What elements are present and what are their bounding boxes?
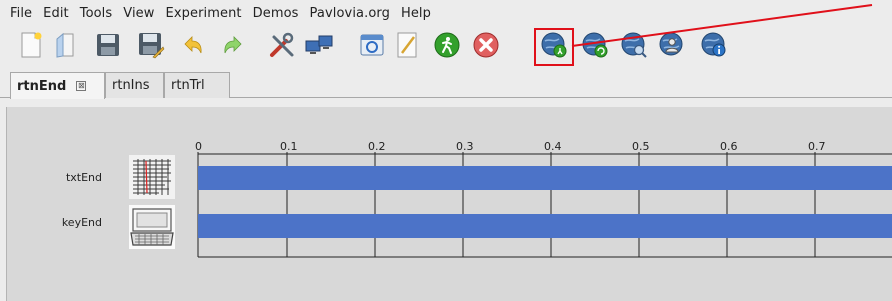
tab-close-icon[interactable]: ⊠ — [76, 81, 87, 91]
compile-script-button[interactable] — [392, 30, 422, 60]
tab-rtnIns[interactable]: rtnIns — [105, 72, 164, 98]
undo-icon — [184, 36, 202, 54]
timeline-tick-label: 0 — [195, 140, 202, 153]
open-folder-icon — [56, 32, 74, 58]
menu-experiment[interactable]: Experiment — [166, 6, 242, 21]
save-icon — [97, 34, 119, 56]
redo-button[interactable] — [218, 30, 248, 60]
pavlovia-search-button[interactable] — [619, 30, 649, 60]
menu-edit[interactable]: Edit — [43, 6, 69, 21]
redo-icon — [224, 36, 242, 54]
menu-view[interactable]: View — [123, 6, 154, 21]
settings-window-icon — [360, 34, 384, 56]
pavlovia-sync-button[interactable] — [580, 30, 610, 60]
menu-tools[interactable]: Tools — [80, 6, 113, 21]
tab-rtnTrl[interactable]: rtnTrl — [164, 72, 230, 98]
tab-rtnEnd[interactable]: rtnEnd ⊠ — [10, 72, 105, 99]
menu-bar: File Edit Tools View Experiment Demos Pa… — [0, 0, 892, 26]
toolbar — [0, 26, 892, 66]
tools-icon — [270, 32, 294, 57]
open-file-button[interactable] — [51, 30, 81, 60]
stop-button[interactable] — [471, 30, 501, 60]
globe-info-icon — [701, 32, 726, 57]
timeline-tick-label: 0.7 — [808, 140, 826, 153]
save-as-icon — [139, 33, 165, 59]
run-icon — [434, 32, 460, 58]
timeline-tick-label: 0.4 — [544, 140, 562, 153]
component-duration-bar-txtEnd[interactable] — [198, 166, 892, 190]
routine-canvas — [6, 99, 892, 301]
save-as-button[interactable] — [136, 30, 166, 60]
tab-label: rtnTrl — [171, 78, 205, 93]
menu-help[interactable]: Help — [401, 6, 431, 21]
preferences-button[interactable] — [267, 30, 297, 60]
stop-icon — [473, 32, 499, 58]
monitor-center-button[interactable] — [304, 30, 334, 60]
routine-tab-strip: rtnEnd ⊠ rtnIns rtnTrl — [0, 68, 892, 99]
monitor-icon — [305, 35, 333, 54]
menu-pavlovia[interactable]: Pavlovia.org — [310, 6, 390, 21]
timeline-tick-label: 0.1 — [280, 140, 298, 153]
menu-file[interactable]: File — [10, 6, 32, 21]
new-file-icon — [21, 32, 42, 58]
component-label-keyEnd[interactable]: keyEnd — [42, 216, 102, 229]
tab-label: rtnIns — [112, 78, 150, 93]
routine-canvas-top-strip — [6, 99, 892, 107]
undo-button[interactable] — [178, 30, 208, 60]
psychopy-builder-window: File Edit Tools View Experiment Demos Pa… — [0, 0, 892, 301]
save-button[interactable] — [93, 30, 123, 60]
text-component-icon[interactable] — [129, 155, 175, 199]
experiment-settings-button[interactable] — [357, 30, 387, 60]
globe-user-icon — [659, 32, 683, 56]
tab-label: rtnEnd — [17, 78, 67, 94]
globe-sync-icon — [582, 32, 608, 58]
annotation-highlight-box — [534, 28, 574, 66]
component-label-txtEnd[interactable]: txtEnd — [42, 171, 102, 184]
timeline-tick-label: 0.2 — [368, 140, 386, 153]
timeline-tick-label: 0.5 — [632, 140, 650, 153]
new-file-button[interactable] — [16, 30, 46, 60]
script-icon — [397, 32, 417, 58]
menu-demos[interactable]: Demos — [253, 6, 299, 21]
component-duration-bar-keyEnd[interactable] — [198, 214, 892, 238]
timeline-tick-label: 0.3 — [456, 140, 474, 153]
timeline-tick-label: 0.6 — [720, 140, 738, 153]
globe-search-icon — [621, 32, 647, 58]
keyboard-component-icon[interactable] — [129, 205, 175, 249]
pavlovia-info-button[interactable] — [699, 30, 729, 60]
run-button[interactable] — [432, 30, 462, 60]
pavlovia-user-button[interactable] — [657, 30, 687, 60]
